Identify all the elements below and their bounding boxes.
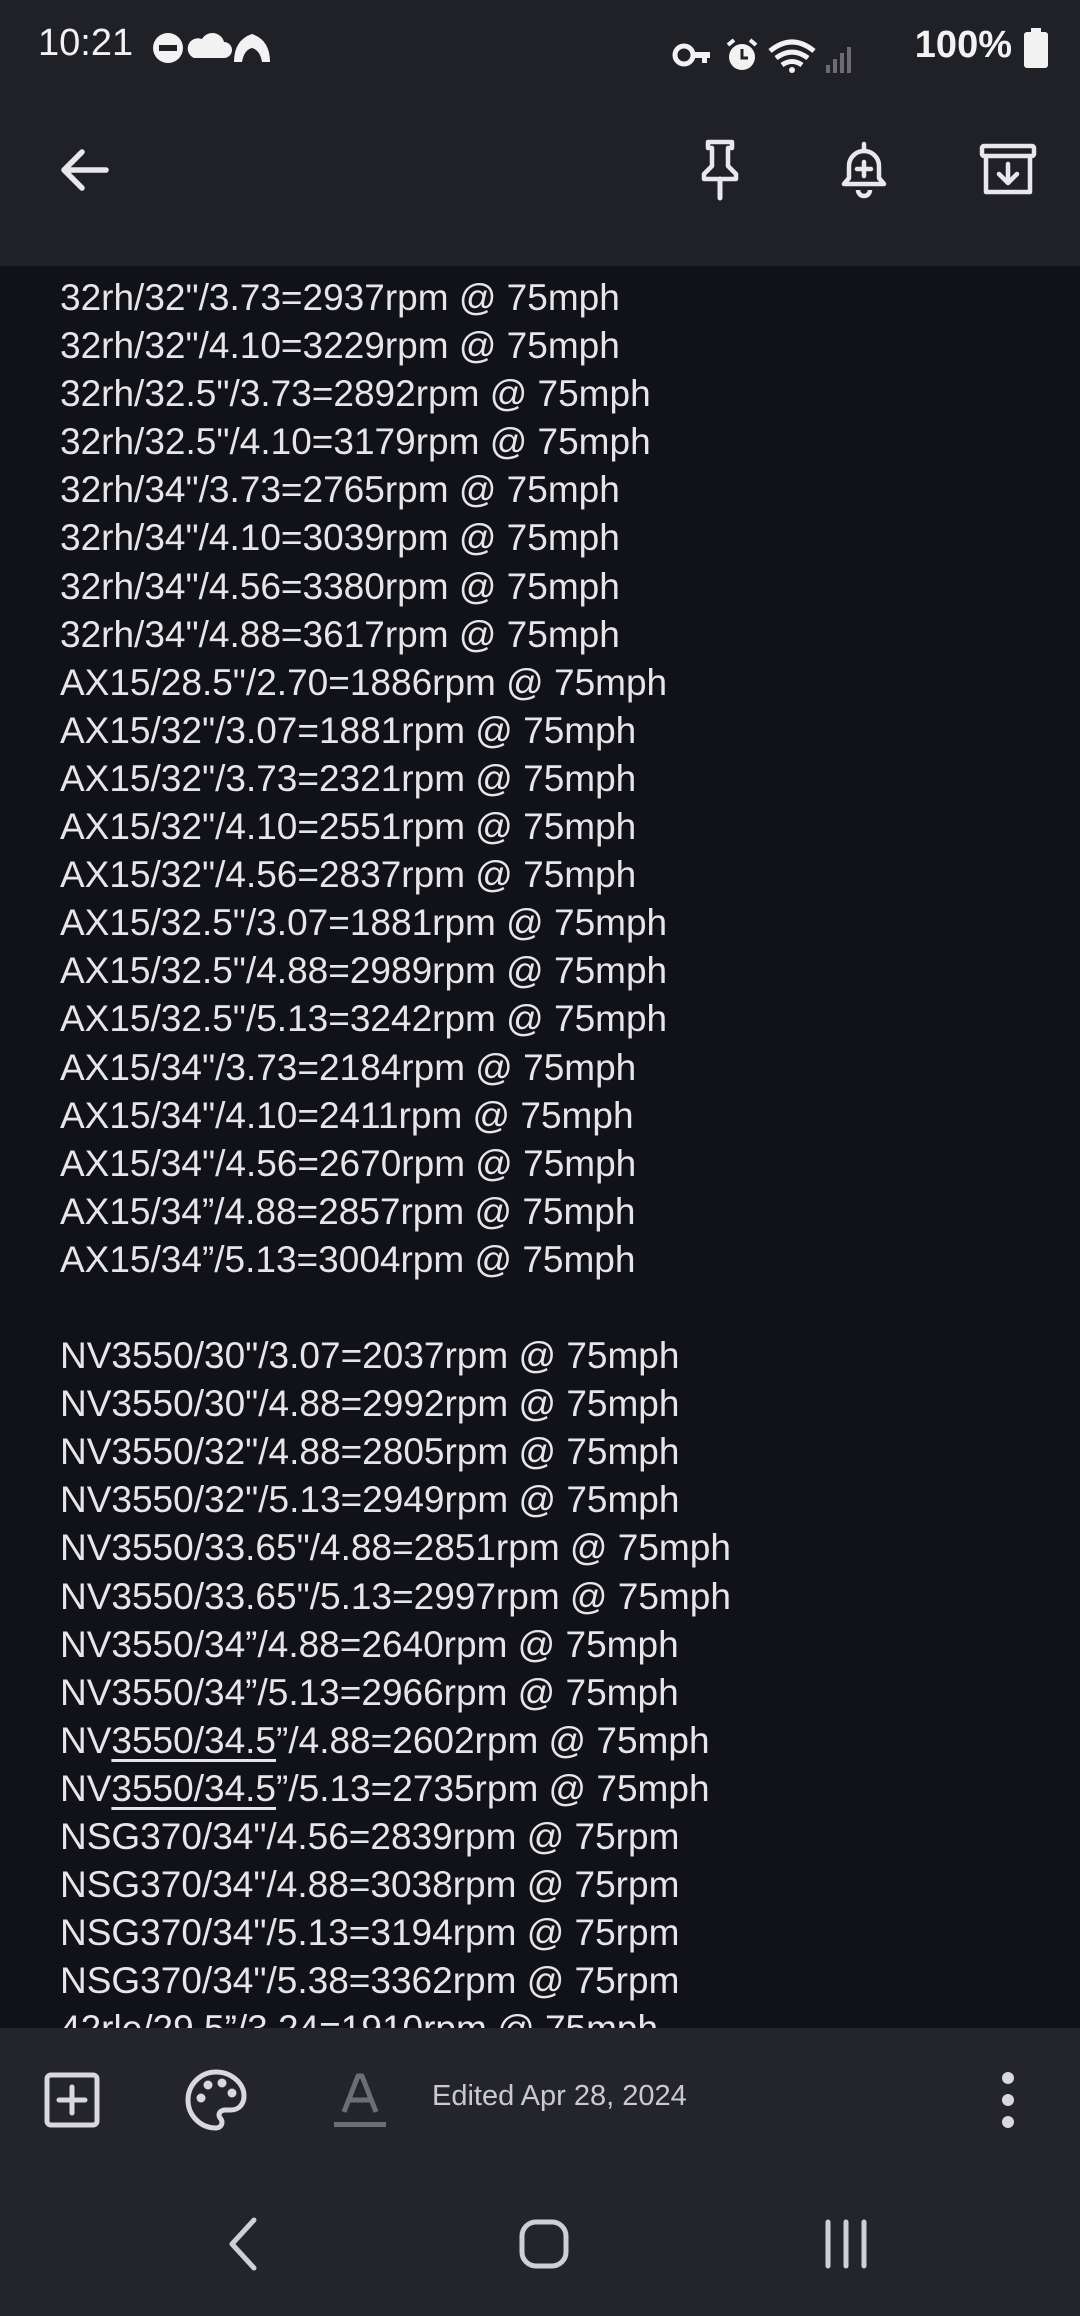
battery-percent: 100% [914, 24, 1012, 66]
vpn-key-icon [672, 43, 710, 67]
status-bar: 10:21 100% [0, 0, 1080, 96]
note-body[interactable]: 32rh/32"/3.73=2937rpm @ 75mph 32rh/32"/4… [0, 266, 1080, 2028]
note-line: 32rh/34"/3.73=2765rpm @ 75mph [60, 469, 620, 511]
note-line: AX15/34"/3.73=2184rpm @ 75mph [60, 1046, 637, 1088]
note-line-underlined: NV3550/34.5”/5.13=2735rpm @ 75mph [60, 1765, 731, 1813]
underlined-text[interactable]: 3550/34.5 [111, 1720, 276, 1761]
note-line: AX15/32"/4.56=2837rpm @ 75mph [60, 854, 637, 896]
underlined-text[interactable]: 3550/34.5 [111, 1768, 276, 1809]
note-line-underlined: NV3550/34.5”/4.88=2602rpm @ 75mph [60, 1717, 731, 1765]
status-system-icons [672, 38, 851, 73]
archive-button[interactable] [960, 122, 1056, 218]
nav-recents-icon [825, 2219, 867, 2269]
note-line: 32rh/32.5"/3.73=2892rpm @ 75mph [60, 373, 651, 415]
status-notification-icons [153, 33, 270, 63]
line-suffix: ”/5.13=2735rpm @ 75mph [276, 1767, 710, 1809]
note-text[interactable]: 32rh/32"/3.73=2937rpm @ 75mph 32rh/32"/4… [60, 274, 731, 2028]
note-line: AX15/32"/3.73=2321rpm @ 75mph [60, 757, 637, 799]
note-line: 32rh/32"/4.10=3229rpm @ 75mph [60, 325, 620, 367]
back-button[interactable] [36, 122, 132, 218]
note-line: AX15/32"/3.07=1881rpm @ 75mph [60, 709, 637, 751]
palette-button[interactable] [168, 2052, 264, 2148]
note-line: NV3550/30"/3.07=2037rpm @ 75mph [60, 1335, 680, 1377]
note-line: AX15/28.5"/2.70=1886rpm @ 75mph [60, 661, 668, 703]
wifi-icon [768, 39, 816, 73]
note-line: NSG370/34"/4.88=3038rpm @ 75rpm [60, 1864, 680, 1906]
bell-add-icon [841, 141, 887, 199]
app-notification-icon [234, 34, 270, 62]
add-box-icon [44, 2072, 100, 2128]
archive-icon [979, 143, 1037, 195]
edited-timestamp: Edited Apr 28, 2024 [432, 2080, 687, 2112]
signal-icon [826, 47, 851, 73]
note-line: 42rle/29.5”/3.24=1910rpm @ 75mph [60, 2005, 731, 2028]
nav-back-icon [229, 2217, 257, 2271]
line-prefix: NV [60, 1719, 112, 1761]
note-line: AX15/32.5"/5.13=3242rpm @ 75mph [60, 998, 668, 1040]
note-line: NSG370/34"/5.13=3194rpm @ 75rpm [60, 1912, 680, 1954]
alarm-icon [726, 38, 758, 70]
note-line: AX15/32.5"/3.07=1881rpm @ 75mph [60, 902, 668, 944]
pin-button[interactable] [672, 122, 768, 218]
palette-icon [185, 2069, 247, 2131]
note-line: AX15/34"/4.10=2411rpm @ 75mph [60, 1094, 634, 1136]
note-line: NSG370/34"/5.38=3362rpm @ 75rpm [60, 1960, 680, 2002]
note-line: AX15/34"/4.56=2670rpm @ 75mph [60, 1142, 637, 1184]
note-line: NV3550/34”/4.88=2640rpm @ 75mph [60, 1623, 679, 1665]
note-blank-line [60, 1284, 731, 1332]
note-bottom-bar: Edited Apr 28, 2024 [0, 2028, 1080, 2172]
note-line: NV3550/32"/5.13=2949rpm @ 75mph [60, 1479, 680, 1521]
note-line: AX15/32.5"/4.88=2989rpm @ 75mph [60, 950, 668, 992]
note-line: NV3550/33.65"/4.88=2851rpm @ 75mph [60, 1527, 731, 1569]
cloud-icon [187, 33, 232, 58]
note-line: NV3550/32"/4.88=2805rpm @ 75mph [60, 1431, 680, 1473]
more-options-button[interactable] [960, 2052, 1056, 2148]
note-toolbar [0, 96, 1080, 266]
nav-home-icon [519, 2219, 569, 2269]
line-suffix: ”/4.88=2602rpm @ 75mph [276, 1719, 710, 1761]
note-line: AX15/34”/4.88=2857rpm @ 75mph [60, 1190, 636, 1232]
nav-recents-button[interactable] [798, 2196, 894, 2292]
pin-icon [701, 139, 739, 201]
status-time: 10:21 [38, 22, 134, 64]
note-line: AX15/34”/5.13=3004rpm @ 75mph [60, 1238, 636, 1280]
note-line: NV3550/33.65"/5.13=2997rpm @ 75mph [60, 1575, 731, 1617]
note-line: 32rh/32"/3.73=2937rpm @ 75mph [60, 277, 620, 318]
note-line: 32rh/34"/4.88=3617rpm @ 75mph [60, 613, 620, 655]
battery-icon [1024, 28, 1048, 68]
note-line: NSG370/34"/4.56=2839rpm @ 75rpm [60, 1816, 680, 1857]
note-line: 32rh/32.5"/4.10=3179rpm @ 75mph [60, 421, 651, 463]
line-prefix: NV [60, 1767, 112, 1809]
nav-home-button[interactable] [496, 2196, 592, 2292]
text-format-button[interactable] [312, 2052, 408, 2148]
more-vert-icon [1002, 2072, 1014, 2128]
nav-back-button[interactable] [196, 2196, 292, 2292]
text-format-icon [334, 2073, 386, 2127]
note-line: 32rh/34"/4.10=3039rpm @ 75mph [60, 517, 620, 559]
system-nav-bar [0, 2172, 1080, 2316]
note-line: NV3550/30"/4.88=2992rpm @ 75mph [60, 1383, 680, 1425]
add-button[interactable] [24, 2052, 120, 2148]
note-line: AX15/32"/4.10=2551rpm @ 75mph [60, 806, 637, 848]
reminder-button[interactable] [816, 122, 912, 218]
arrow-left-icon [61, 149, 109, 191]
do-not-disturb-icon [153, 33, 183, 63]
note-line: 32rh/34"/4.56=3380rpm @ 75mph [60, 565, 620, 607]
note-line: NV3550/34”/5.13=2966rpm @ 75mph [60, 1671, 679, 1713]
